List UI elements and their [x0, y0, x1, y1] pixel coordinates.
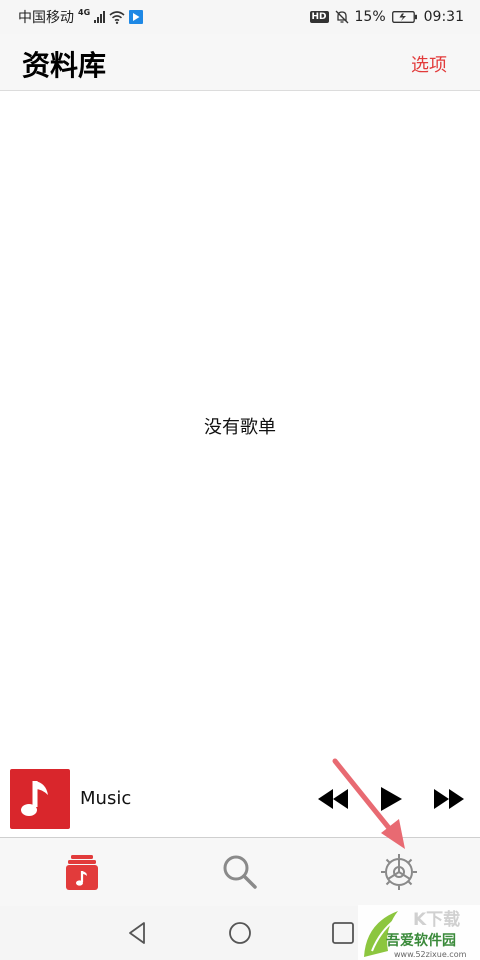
wifi-icon	[109, 10, 125, 24]
svg-text:K下载: K下载	[413, 909, 460, 930]
site-watermark: K下载 吾爱软件园 www.52zixue.com	[358, 905, 480, 960]
music-note-icon	[21, 781, 48, 816]
options-button[interactable]: 选项	[411, 51, 447, 77]
back-icon[interactable]	[125, 920, 151, 946]
fast-forward-icon[interactable]	[432, 784, 466, 814]
album-art[interactable]	[10, 769, 70, 829]
status-bar: 中国移动 4G HD 15% 09:31	[0, 0, 480, 34]
track-title[interactable]: Music	[80, 788, 131, 809]
play-icon[interactable]	[378, 784, 404, 814]
hd-icon: HD	[309, 11, 329, 23]
app-header: 资料库 选项	[0, 34, 480, 91]
battery-icon	[391, 11, 417, 23]
search-icon[interactable]	[220, 852, 260, 892]
empty-playlist-message: 没有歌单	[204, 417, 276, 438]
tab-bar	[0, 838, 480, 906]
signal-icon	[94, 11, 106, 23]
clock: 09:31	[423, 9, 464, 25]
carrier-label: 中国移动	[18, 10, 74, 26]
home-icon[interactable]	[227, 920, 253, 946]
location-icon	[129, 10, 144, 24]
rewind-icon[interactable]	[316, 784, 350, 814]
svg-text:吾爱软件园: 吾爱软件园	[386, 932, 456, 949]
battery-percent: 15%	[354, 9, 386, 25]
library-icon[interactable]	[62, 852, 102, 892]
recent-apps-icon[interactable]	[330, 920, 356, 946]
watermark-logo: K下载 吾爱软件园 www.52zixue.com	[364, 909, 467, 959]
svg-text:www.52zixue.com: www.52zixue.com	[394, 950, 467, 959]
status-right: HD 15% 09:31	[309, 9, 464, 25]
gear-icon[interactable]	[379, 852, 419, 892]
library-content: 没有歌单	[0, 91, 480, 761]
status-left: 中国移动 4G	[18, 7, 144, 27]
network-type-label: 4G	[78, 7, 91, 17]
mute-bell-icon	[335, 10, 348, 24]
page-title: 资料库	[22, 49, 107, 82]
mini-player[interactable]: Music	[0, 761, 480, 838]
